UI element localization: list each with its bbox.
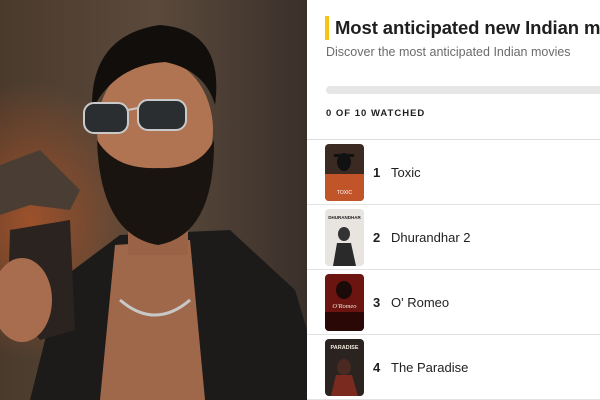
movie-list: TOXIC 1 Toxic DHURANDHAR 2 Dhurandhar 2: [307, 139, 600, 400]
movie-title[interactable]: Toxic: [391, 165, 421, 180]
page-subtitle: Discover the most anticipated Indian mov…: [326, 45, 571, 59]
movie-rank: 2: [373, 229, 381, 245]
movie-poster[interactable]: PARADISE: [325, 338, 364, 396]
movie-title[interactable]: Dhurandhar 2: [391, 230, 471, 245]
movie-rank: 4: [373, 359, 381, 375]
movie-rank: 1: [373, 164, 381, 180]
poster-text: O'Romeo: [332, 303, 357, 310]
list-item[interactable]: TOXIC 1 Toxic: [307, 140, 600, 205]
page-title-row: Most anticipated new Indian m: [325, 16, 600, 40]
list-item[interactable]: O'Romeo 3 O' Romeo: [307, 270, 600, 335]
poster-text: DHURANDHAR: [328, 215, 361, 220]
poster-text: PARADISE: [330, 345, 358, 351]
title-accent-bar: [325, 16, 329, 40]
watchlist-panel: Most anticipated new Indian m Discover t…: [307, 0, 600, 400]
movie-title[interactable]: The Paradise: [391, 360, 468, 375]
page-title: Most anticipated new Indian m: [335, 17, 600, 38]
movie-rank: 3: [373, 294, 381, 310]
poster-text: TOXIC: [337, 190, 353, 196]
movie-title[interactable]: O' Romeo: [391, 295, 449, 310]
list-item[interactable]: DHURANDHAR 2 Dhurandhar 2: [307, 205, 600, 270]
movie-poster[interactable]: DHURANDHAR: [325, 208, 364, 266]
watched-count: 0 OF 10 WATCHED: [326, 108, 426, 119]
list-item[interactable]: PARADISE 4 The Paradise: [307, 335, 600, 400]
movie-poster[interactable]: O'Romeo: [325, 273, 364, 331]
watched-progress-bar: [326, 86, 600, 94]
movie-poster[interactable]: TOXIC: [325, 143, 364, 201]
hero-image: [0, 0, 307, 400]
